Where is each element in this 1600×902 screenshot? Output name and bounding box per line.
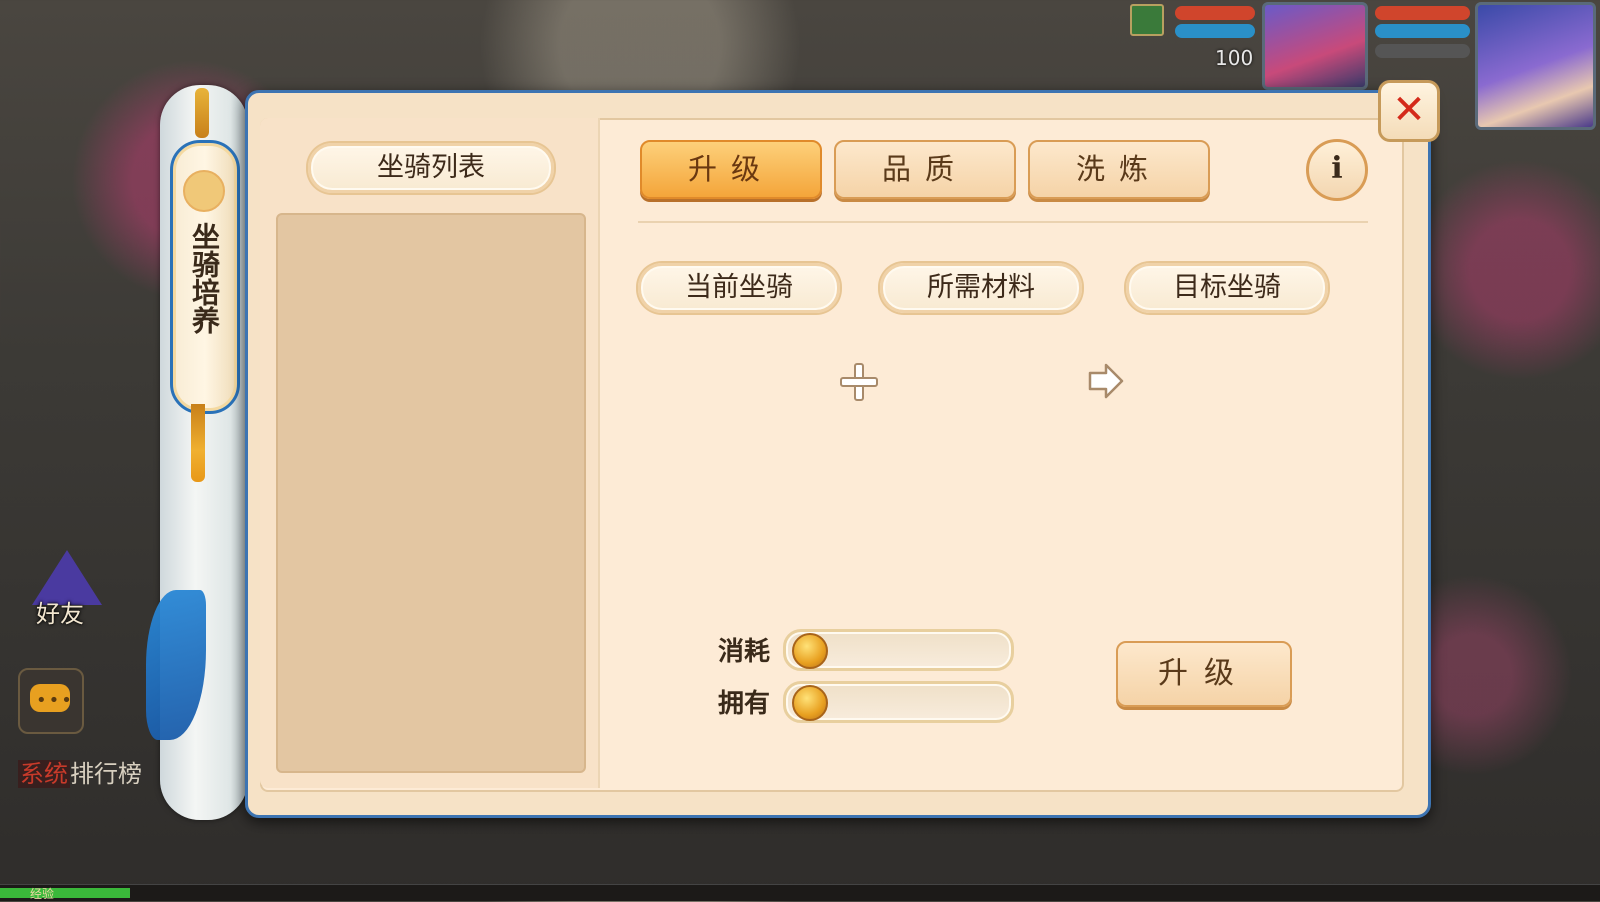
player-portrait[interactable]: [1475, 2, 1596, 130]
arrow-right-icon: [1088, 363, 1124, 399]
hp-bar-2: [1375, 6, 1470, 20]
system-message: 系统排行榜: [18, 754, 142, 789]
ranking-text: 排行榜: [70, 760, 142, 788]
knot-ornament: [195, 88, 209, 138]
level-readout: 100: [1215, 46, 1254, 70]
mount-list-title: 坐骑列表: [308, 143, 554, 193]
required-material-label: 所需材料: [880, 263, 1082, 313]
mp-bar-2: [1375, 24, 1470, 38]
own-field: [783, 681, 1014, 723]
hp-bar-1: [1175, 6, 1255, 20]
exp-bar: 经验: [0, 884, 1600, 901]
tassel-ornament: [191, 404, 205, 482]
own-label: 拥有: [718, 689, 771, 719]
buff-icon[interactable]: [1130, 4, 1164, 36]
system-tag: 系统: [18, 760, 70, 788]
scroll-tag-title: 坐骑培养: [188, 222, 221, 334]
consume-label: 消耗: [718, 637, 771, 667]
coin-icon: [792, 685, 828, 721]
current-mount-label: 当前坐骑: [638, 263, 840, 313]
mount-list[interactable]: [276, 213, 586, 773]
exp-bar-2: [1375, 44, 1470, 58]
cloud-emblem-icon: [183, 170, 225, 212]
mp-bar-1: [1175, 24, 1255, 38]
exp-fill: [0, 888, 130, 898]
tab-refine[interactable]: 洗炼: [1028, 140, 1210, 199]
exp-label: 经验: [30, 887, 55, 901]
close-button[interactable]: ✕: [1378, 80, 1440, 142]
friend-button[interactable]: 好友: [14, 550, 104, 630]
chat-dots: •••: [36, 690, 74, 711]
chat-button[interactable]: •••: [18, 668, 84, 734]
tab-quality[interactable]: 品质: [834, 140, 1016, 199]
mount-training-panel: 坐骑列表 升级 品质 洗炼 i 当前坐骑 所需材料 目标坐骑 消耗 拥有 升级: [245, 90, 1431, 818]
coin-icon: [792, 633, 828, 669]
pet-portrait[interactable]: [1262, 2, 1368, 90]
consume-field: [783, 629, 1014, 671]
plus-icon[interactable]: [840, 363, 878, 401]
info-button[interactable]: i: [1306, 139, 1368, 201]
divider: [638, 221, 1368, 223]
friend-label: 好友: [36, 600, 84, 628]
upgrade-button[interactable]: 升级: [1116, 641, 1292, 707]
target-mount-label: 目标坐骑: [1126, 263, 1328, 313]
tab-upgrade[interactable]: 升级: [640, 140, 822, 199]
